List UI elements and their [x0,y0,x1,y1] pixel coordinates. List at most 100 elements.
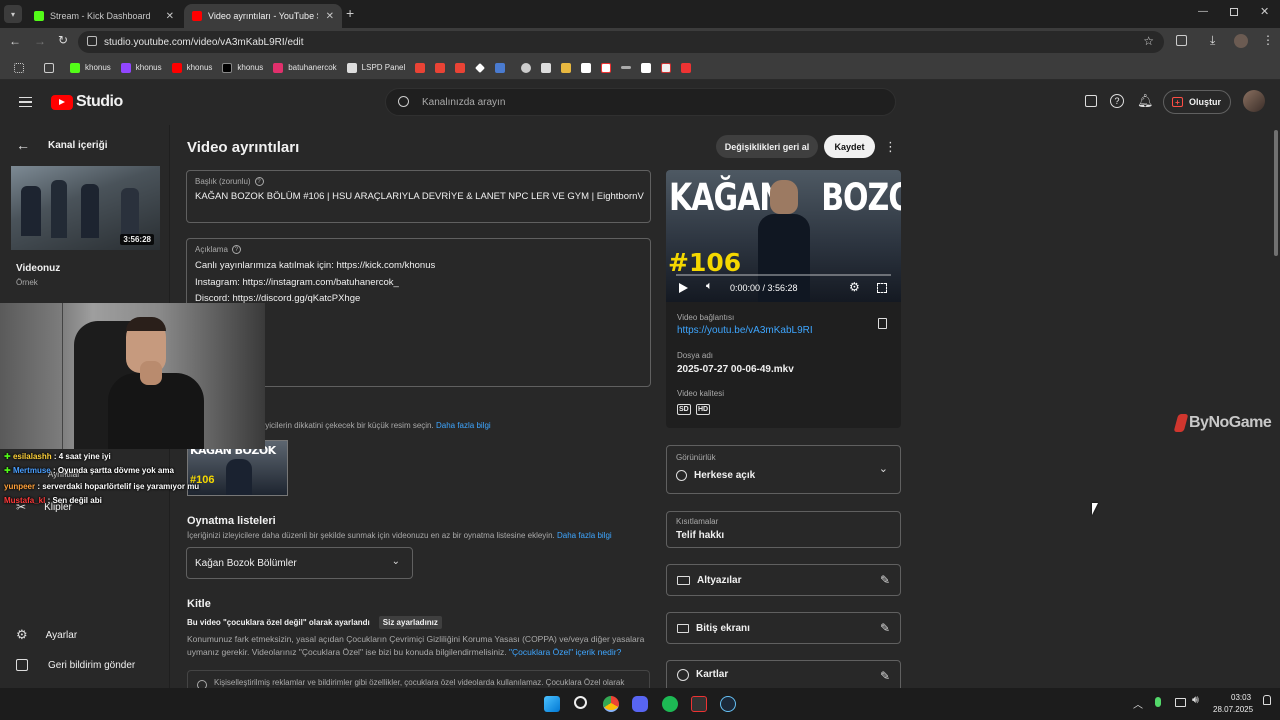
play-icon[interactable] [679,283,688,293]
search-input[interactable]: Kanalınızda arayın [385,88,896,116]
back-arrow-icon[interactable]: ← [9,34,21,48]
taskbar-date[interactable]: 28.07.2025 [1213,705,1253,714]
microphone-icon[interactable] [1155,697,1161,707]
close-window-button[interactable]: ✕ [1260,5,1269,18]
messages-icon[interactable] [1085,95,1097,107]
description-label: Açıklama [195,245,228,254]
notifications-icon[interactable]: 🔔︎ [1137,93,1154,109]
chrome-icon[interactable] [603,696,619,712]
browser-menu-icon[interactable]: ⋮ [1262,33,1274,47]
hamburger-menu-icon[interactable] [19,97,32,107]
profile-avatar-icon[interactable] [1234,34,1248,48]
tray-chevron-icon[interactable]: ︿ [1133,696,1143,711]
volume-icon[interactable]: 🔈︎ [706,280,713,293]
download-icon[interactable]: ⤓ [1210,33,1215,48]
edit-pencil-icon[interactable]: ✎ [880,669,890,683]
tab-youtube-studio[interactable]: Video ayrıntıları - YouTube Studio ✕ [184,4,342,28]
search-icon [398,96,409,107]
sidebar-item-settings[interactable]: ⚙ Ayarlar [16,627,77,643]
bookmark-calendar-icon[interactable] [541,62,552,73]
reload-icon[interactable]: ↻ [58,33,68,47]
edit-pencil-icon[interactable]: ✎ [880,621,890,635]
folder-icon[interactable] [44,62,54,73]
bookmark-m-icon[interactable] [661,62,672,73]
studio-logo[interactable]: Studio [51,93,123,111]
video-player[interactable]: KAĞAN BOZOK #106 🔈︎ 0:00:00 / 3:56:28 ⚙ [666,170,901,302]
bookmark-kick[interactable]: khonus [66,59,115,77]
bookmark-youtube[interactable]: khonus [168,59,217,77]
bookmark-shield-icon[interactable] [495,62,506,73]
bookmark-x[interactable]: khonus [218,59,267,77]
close-tab-icon[interactable]: ✕ [326,11,334,22]
title-input[interactable]: KAĞAN BOZOK BÖLÜM #106 | HSU ARAÇLARIYLA… [195,191,644,202]
bookmark-gmail-icon[interactable] [415,62,426,73]
tab-kick-dashboard[interactable]: Stream - Kick Dashboard ✕ [26,4,182,28]
bookmark-twitch[interactable]: khonus [117,59,166,77]
copy-icon[interactable] [878,318,887,329]
bookmark-lspd[interactable]: LSPD Panel [343,59,410,77]
bookmark-gmail-icon[interactable] [435,62,446,73]
extensions-icon[interactable] [1176,35,1187,46]
cards-card[interactable]: Kartlar ✎ [666,660,901,688]
coppa-link[interactable]: "Çocuklara Özel" içerik nedir? [509,647,621,657]
bookmark-gmail-icon[interactable] [455,62,466,73]
obs-recording-icon[interactable] [691,696,707,712]
site-info-icon[interactable] [87,36,97,46]
learn-more-link[interactable]: Daha fazla bilgi [557,531,612,540]
sidebar-item-feedback[interactable]: Geri bildirim gönder [16,659,135,671]
create-button[interactable]: + Oluştur [1163,90,1231,114]
close-tab-icon[interactable]: ✕ [166,11,174,22]
learn-more-link[interactable]: Daha fazla bilgi [436,421,491,430]
title-field[interactable]: Başlık (zorunlu) ? KAĞAN BOZOK BÖLÜM #10… [186,170,651,223]
maximize-button[interactable] [1230,8,1238,16]
chat-message: ✚ esilalashh : 4 saat yine iyi [4,452,111,461]
tab-list-button[interactable]: ▾ [4,5,22,23]
bookmark-m-icon[interactable] [681,62,692,73]
search-icon[interactable] [574,696,587,709]
player-settings-icon[interactable]: ⚙ [849,280,860,294]
bookmark-a-icon[interactable] [601,62,612,73]
undo-changes-button[interactable]: Değişiklikleri geri al [716,135,818,158]
sidebar-video-thumbnail[interactable]: 3:56:28 [11,166,160,250]
speaker-icon[interactable]: 🔊︎ [1192,694,1199,707]
bookmark-m-icon[interactable] [641,62,652,73]
video-link[interactable]: https://youtu.be/vA3mKabL9RI [677,325,813,336]
notification-bell-icon[interactable] [1263,695,1271,705]
forward-arrow-icon[interactable]: → [34,34,46,48]
bookmark-label: batuhanercok [288,63,337,72]
visibility-select[interactable]: Görünürlük Herkese açık ⌄ [666,445,901,494]
address-bar-row: ← → ↻ studio.youtube.com/video/vA3mKabL9… [0,28,1280,56]
bookmark-triangle-icon[interactable] [581,62,592,73]
channel-avatar[interactable] [1243,90,1265,112]
bookmark-star-icon[interactable]: ☆ [1143,34,1154,48]
bookmark-label: khonus [85,63,111,72]
windows-start-icon[interactable] [544,696,560,712]
back-to-content-button[interactable]: ← Kanal içeriği [16,137,107,153]
steam-icon[interactable] [720,696,736,712]
save-button[interactable]: Kaydet [824,135,875,158]
page-scrollbar[interactable] [1274,130,1278,256]
new-tab-button[interactable]: + [346,5,354,21]
fullscreen-icon[interactable] [877,283,887,293]
subtitles-card[interactable]: Altyazılar ✎ [666,564,901,596]
edit-pencil-icon[interactable]: ✎ [880,573,890,587]
url-bar[interactable]: studio.youtube.com/video/vA3mKabL9RI/edi… [78,31,1164,53]
bookmark-game-icon[interactable] [561,62,572,73]
spotify-icon[interactable] [662,696,678,712]
restrictions-field[interactable]: Kısıtlamalar Telif hakkı [666,511,901,548]
bookmark-instagram[interactable]: batuhanercok [269,59,340,77]
help-icon[interactable]: ? [1110,94,1124,108]
more-options-icon[interactable]: ⋮ [884,139,897,155]
network-icon[interactable] [1175,698,1186,707]
minimize-button[interactable]: — [1198,6,1208,17]
end-screen-card[interactable]: Bitiş ekranı ✎ [666,612,901,644]
bookmark-globe-icon[interactable] [521,62,532,73]
playlist-select[interactable]: Kağan Bozok Bölümler ⌄ [186,547,413,579]
thumbnail-help: leyicilerin dikkatini çekecek bir küçük … [259,421,491,430]
apps-grid-icon[interactable] [14,62,24,73]
bookmark-dash-icon[interactable] [621,66,632,69]
taskbar-time[interactable]: 03:03 [1231,693,1251,702]
player-progress-bar[interactable] [676,274,891,276]
discord-icon[interactable] [632,696,648,712]
bookmark-diamond-icon[interactable] [475,62,486,73]
